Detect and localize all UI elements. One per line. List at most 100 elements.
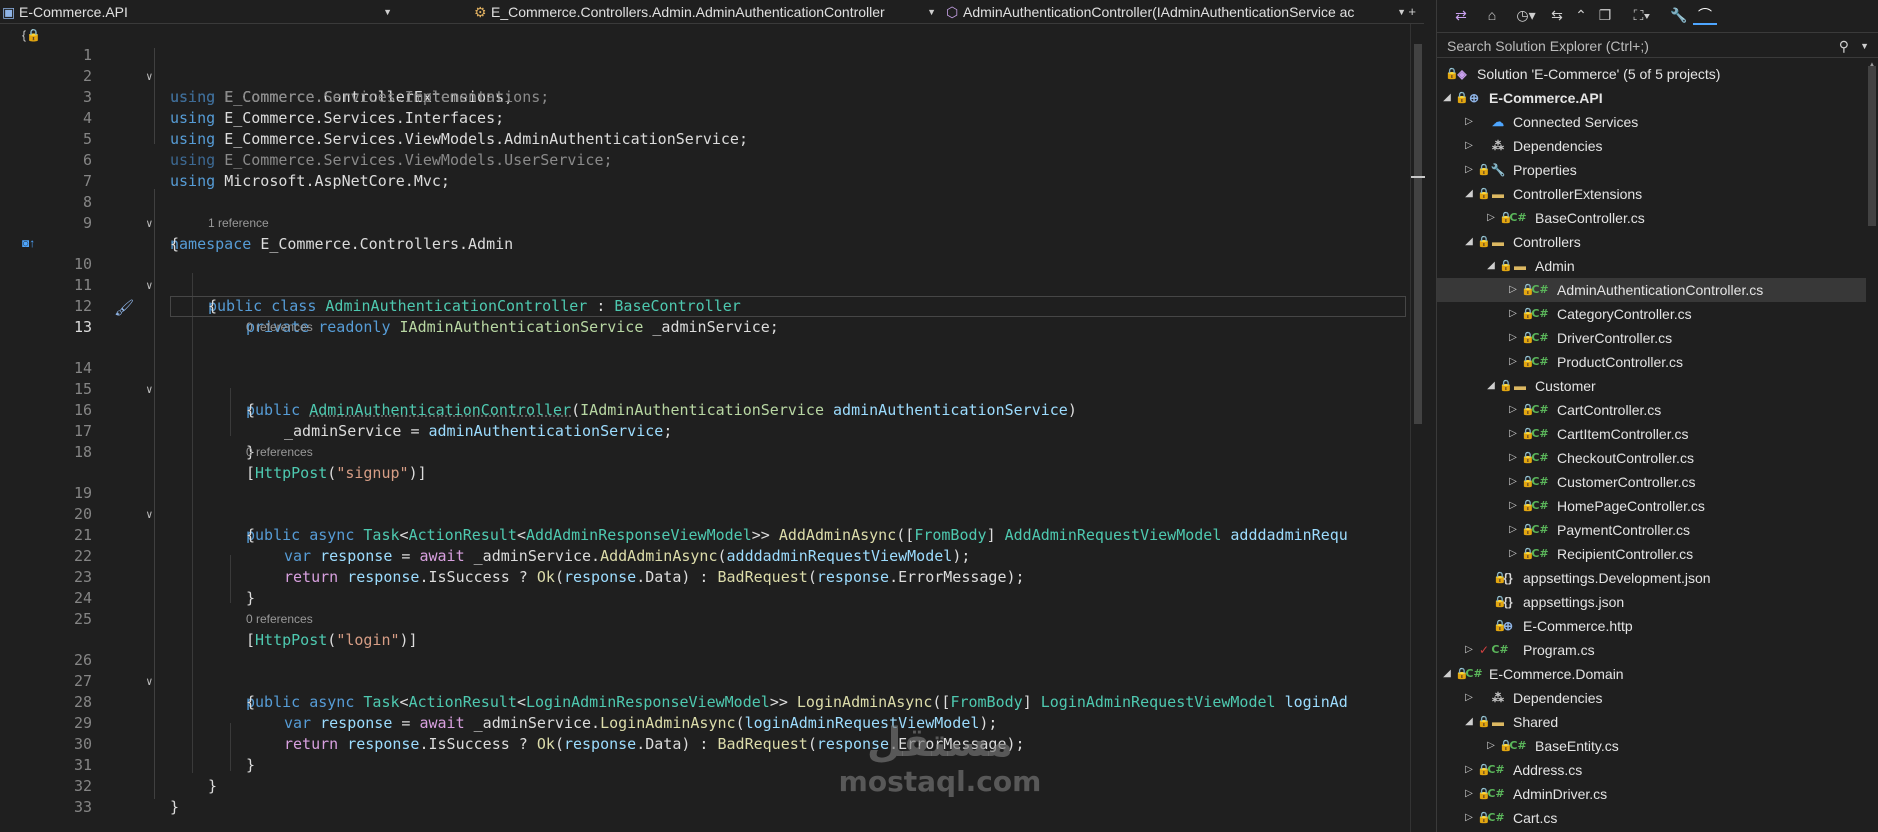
tree-item-project[interactable]: ◢ 🔒 C# E-Commerce.Domain	[1437, 662, 1867, 686]
collapsed-arrow-icon[interactable]: ▷	[1507, 542, 1519, 566]
code-line: 8 ∨ namespace E_Commerce.Controllers.Adm…	[0, 171, 1410, 253]
switch-views-icon[interactable]: ⇄	[1451, 5, 1471, 25]
tree-item-file[interactable]: ▷ 🔒 C# Cart.cs	[1437, 806, 1867, 830]
tree-item-file[interactable]: ▷ 🔒 C# PaymentController.cs	[1437, 518, 1867, 542]
collapsed-arrow-icon[interactable]: ▷	[1507, 422, 1519, 446]
code-text-area[interactable]: 1 ∨ using E_Commerce.ControllerExtension…	[0, 24, 1410, 832]
collapsed-arrow-icon[interactable]: ▷	[1507, 470, 1519, 494]
tree-item-file[interactable]: ▷ 🔒 C# Address.cs	[1437, 758, 1867, 782]
code-line: 9 {	[0, 192, 1410, 253]
collapse-all-icon[interactable]: ⌃	[1571, 5, 1591, 25]
expanded-arrow-icon[interactable]: ◢	[1463, 182, 1475, 206]
tree-item-file[interactable]: ▷ 🔒 C# CustomerController.cs	[1437, 470, 1867, 494]
tree-item-file[interactable]: ▷ 🔒 C# RecipientController.cs	[1437, 542, 1867, 566]
tree-item-file[interactable]: ▷ 🔒 C# ProductController.cs	[1437, 350, 1867, 374]
tree-item-folder[interactable]: ◢ 🔒 ▬ Controllers	[1437, 230, 1867, 254]
collapsed-arrow-icon[interactable]: ▷	[1463, 758, 1475, 782]
tree-item-folder[interactable]: ◢ 🔒 ▬ ControllerExtensions	[1437, 182, 1867, 206]
expanded-arrow-icon[interactable]: ◢	[1463, 230, 1475, 254]
preview-selected-items-icon[interactable]: ⌒	[1693, 5, 1717, 25]
tree-item-label: Solution 'E-Commerce' (5 of 5 projects)	[1477, 66, 1721, 82]
filter-icon[interactable]: ⛶▾	[1625, 5, 1659, 25]
line-number: 9	[82, 214, 92, 232]
tree-item-file[interactable]: ▷ 🔒 C# DriverController.cs	[1437, 326, 1867, 350]
tree-item-file[interactable]: 🔒 {} appsettings.Development.json	[1437, 566, 1867, 590]
collapsed-arrow-icon[interactable]: ▷	[1507, 494, 1519, 518]
tree-item-file[interactable]: ▷ 🔒 C# BaseEntity.cs	[1437, 734, 1867, 758]
tree-item-file[interactable]: ▷ 🔒 C# AdminDriver.cs	[1437, 782, 1867, 806]
csharp-file-icon: C#	[1487, 787, 1505, 800]
collapsed-arrow-icon[interactable]: ▷	[1507, 350, 1519, 374]
tree-item[interactable]: ▷ ⁂ Dependencies	[1437, 134, 1867, 158]
collapsed-arrow-icon[interactable]: ▷	[1463, 158, 1475, 182]
expanded-arrow-icon[interactable]: ◢	[1441, 86, 1453, 110]
collapsed-arrow-icon[interactable]: ▷	[1463, 806, 1475, 830]
codelens-references[interactable]: 0 references	[246, 319, 313, 335]
tree-item-file[interactable]: 🔒 ⊕ E-Commerce.http	[1437, 614, 1867, 638]
tree-item-folder[interactable]: ◢ 🔒 ▬ Admin	[1437, 254, 1867, 278]
tree-item-solution[interactable]: 🔒 ◈ Solution 'E-Commerce' (5 of 5 projec…	[1437, 62, 1867, 86]
tree-item-file[interactable]: ▷ 🔒 C# CheckoutController.cs	[1437, 446, 1867, 470]
tree-item-file[interactable]: ▷ 🔒 C# BaseController.cs	[1437, 206, 1867, 230]
tree-item-file[interactable]: ▷ 🔒 C# CartItemController.cs	[1437, 422, 1867, 446]
collapsed-arrow-icon[interactable]: ▷	[1507, 518, 1519, 542]
collapsed-arrow-icon[interactable]: ▷	[1507, 398, 1519, 422]
expanded-arrow-icon[interactable]: ◢	[1485, 374, 1497, 398]
tree-item-label: appsettings.Development.json	[1523, 570, 1711, 586]
collapse-icon[interactable]: ∨	[146, 213, 153, 234]
collapsed-arrow-icon[interactable]: ▷	[1485, 734, 1497, 758]
tree-item[interactable]: ▷ ⁂ Dependencies	[1437, 686, 1867, 710]
tree-item-file[interactable]: ▷ 🔒 C# CartController.cs	[1437, 398, 1867, 422]
solution-explorer: ⇄ ⌂ ◷▾ ⇆ ⌃ ❐ ⛶▾ 🔧 ⌒ ⚲ ▼ 🔒 ◈ Solution 'E-…	[1436, 0, 1878, 832]
project-dropdown[interactable]: ▣ E-Commerce.API ▼	[2, 0, 392, 24]
collapsed-arrow-icon[interactable]: ▷	[1463, 110, 1475, 134]
scrollbar-thumb[interactable]	[1868, 66, 1876, 226]
codelens-references[interactable]: 0 references	[246, 611, 313, 627]
expanded-arrow-icon[interactable]: ◢	[1485, 254, 1497, 278]
sync-active-document-icon[interactable]: ⇆	[1547, 5, 1567, 25]
show-all-files-icon[interactable]: ❐	[1595, 5, 1615, 25]
tree-item-file[interactable]: ▷ 🔒 C# CategoryController.cs	[1437, 302, 1867, 326]
split-editor-button[interactable]: +	[1408, 0, 1416, 24]
tree-item-folder[interactable]: ◢ 🔒 ▬ Shared	[1437, 710, 1867, 734]
solution-tree[interactable]: 🔒 ◈ Solution 'E-Commerce' (5 of 5 projec…	[1437, 62, 1867, 832]
collapsed-arrow-icon[interactable]: ▷	[1463, 686, 1475, 710]
tree-item-label: appsettings.json	[1523, 594, 1625, 610]
collapsed-arrow-icon[interactable]: ▷	[1463, 638, 1475, 662]
collapsed-arrow-icon[interactable]: ▷	[1507, 446, 1519, 470]
method-icon: ⬡	[946, 4, 959, 20]
codelens-references[interactable]: 0 references	[246, 444, 313, 460]
collapsed-arrow-icon[interactable]: ▷	[1463, 134, 1475, 158]
tree-item-file[interactable]: 🔒 {} appsettings.json	[1437, 590, 1867, 614]
editor-vertical-scrollbar[interactable]	[1410, 24, 1425, 832]
collapsed-arrow-icon[interactable]: ▷	[1507, 326, 1519, 350]
collapsed-arrow-icon[interactable]: ▷	[1507, 302, 1519, 326]
properties-wrench-icon[interactable]: 🔧	[1669, 5, 1689, 25]
tree-item-file[interactable]: ▷ ✓ C# Program.cs	[1437, 638, 1867, 662]
tree-item-project[interactable]: ◢ 🔒 ⊕ E-Commerce.API	[1437, 86, 1867, 110]
expanded-arrow-icon[interactable]: ◢	[1441, 662, 1453, 686]
tree-item-folder[interactable]: ◢ 🔒 ▬ Customer	[1437, 374, 1867, 398]
member-dropdown[interactable]: ⬡ AdminAuthenticationController(IAdminAut…	[946, 0, 1406, 24]
tree-item[interactable]: ▷ ☁ Connected Services	[1437, 110, 1867, 134]
tree-item-file[interactable]: ▷ 🔒 C# HomePageController.cs	[1437, 494, 1867, 518]
collapsed-arrow-icon[interactable]: ▷	[1485, 206, 1497, 230]
home-icon[interactable]: ⌂	[1481, 5, 1503, 25]
tree-item-label: AdminAuthenticationController.cs	[1557, 282, 1764, 298]
web-project-icon: ⊕	[1468, 91, 1480, 105]
chevron-down-icon[interactable]: ▼	[1860, 33, 1869, 59]
scrollbar-thumb[interactable]	[1414, 44, 1422, 424]
collapsed-arrow-icon[interactable]: ▷	[1463, 782, 1475, 806]
csharp-file-icon: C#	[1487, 763, 1505, 776]
codelens-references[interactable]: 1 reference	[208, 215, 269, 231]
solution-explorer-scrollbar[interactable]: ▲	[1866, 60, 1878, 832]
search-input[interactable]	[1447, 38, 1827, 54]
tree-item-file-selected[interactable]: ▷ 🔒 C# AdminAuthenticationController.cs	[1437, 278, 1867, 302]
tree-item[interactable]: ▷ 🔒 🔧 Properties	[1437, 158, 1867, 182]
code-editor[interactable]: ▣ E-Commerce.API ▼ ⚙ E_Commerce.Controller…	[0, 0, 1425, 832]
search-icon[interactable]: ⚲	[1839, 33, 1849, 59]
pending-changes-filter-icon[interactable]: ◷▾	[1511, 5, 1541, 25]
expanded-arrow-icon[interactable]: ◢	[1463, 710, 1475, 734]
collapsed-arrow-icon[interactable]: ▷	[1507, 278, 1519, 302]
class-dropdown[interactable]: ⚙ E_Commerce.Controllers.Admin.AdminAuthe…	[474, 0, 936, 24]
